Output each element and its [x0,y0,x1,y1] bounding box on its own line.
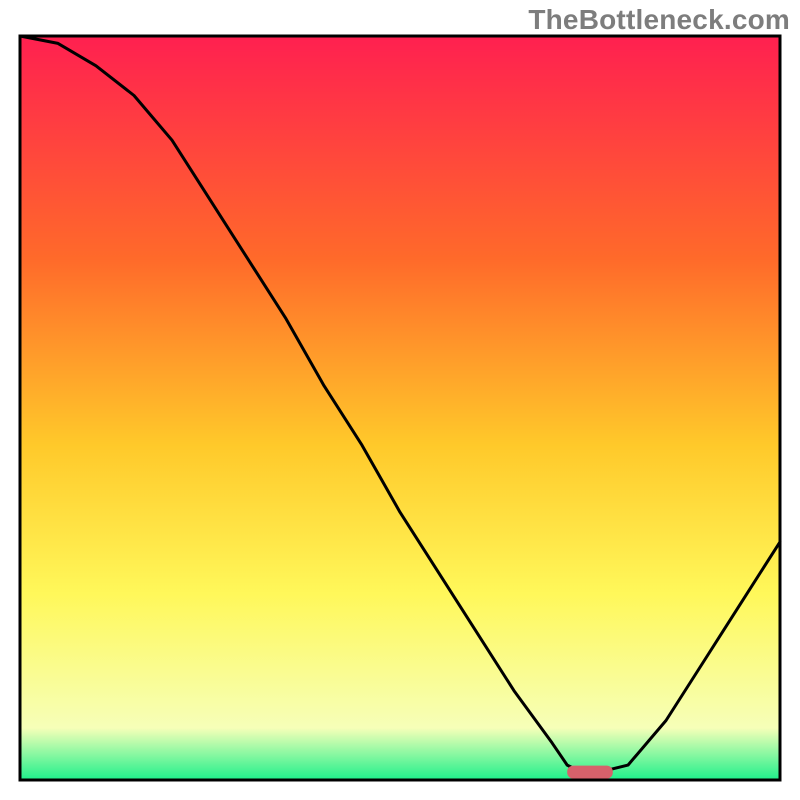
watermark-text: TheBottleneck.com [528,4,790,36]
plot-background [20,36,780,780]
chart-stage: TheBottleneck.com [0,0,800,800]
bottleneck-plot [0,0,800,800]
optimal-marker [567,766,613,779]
